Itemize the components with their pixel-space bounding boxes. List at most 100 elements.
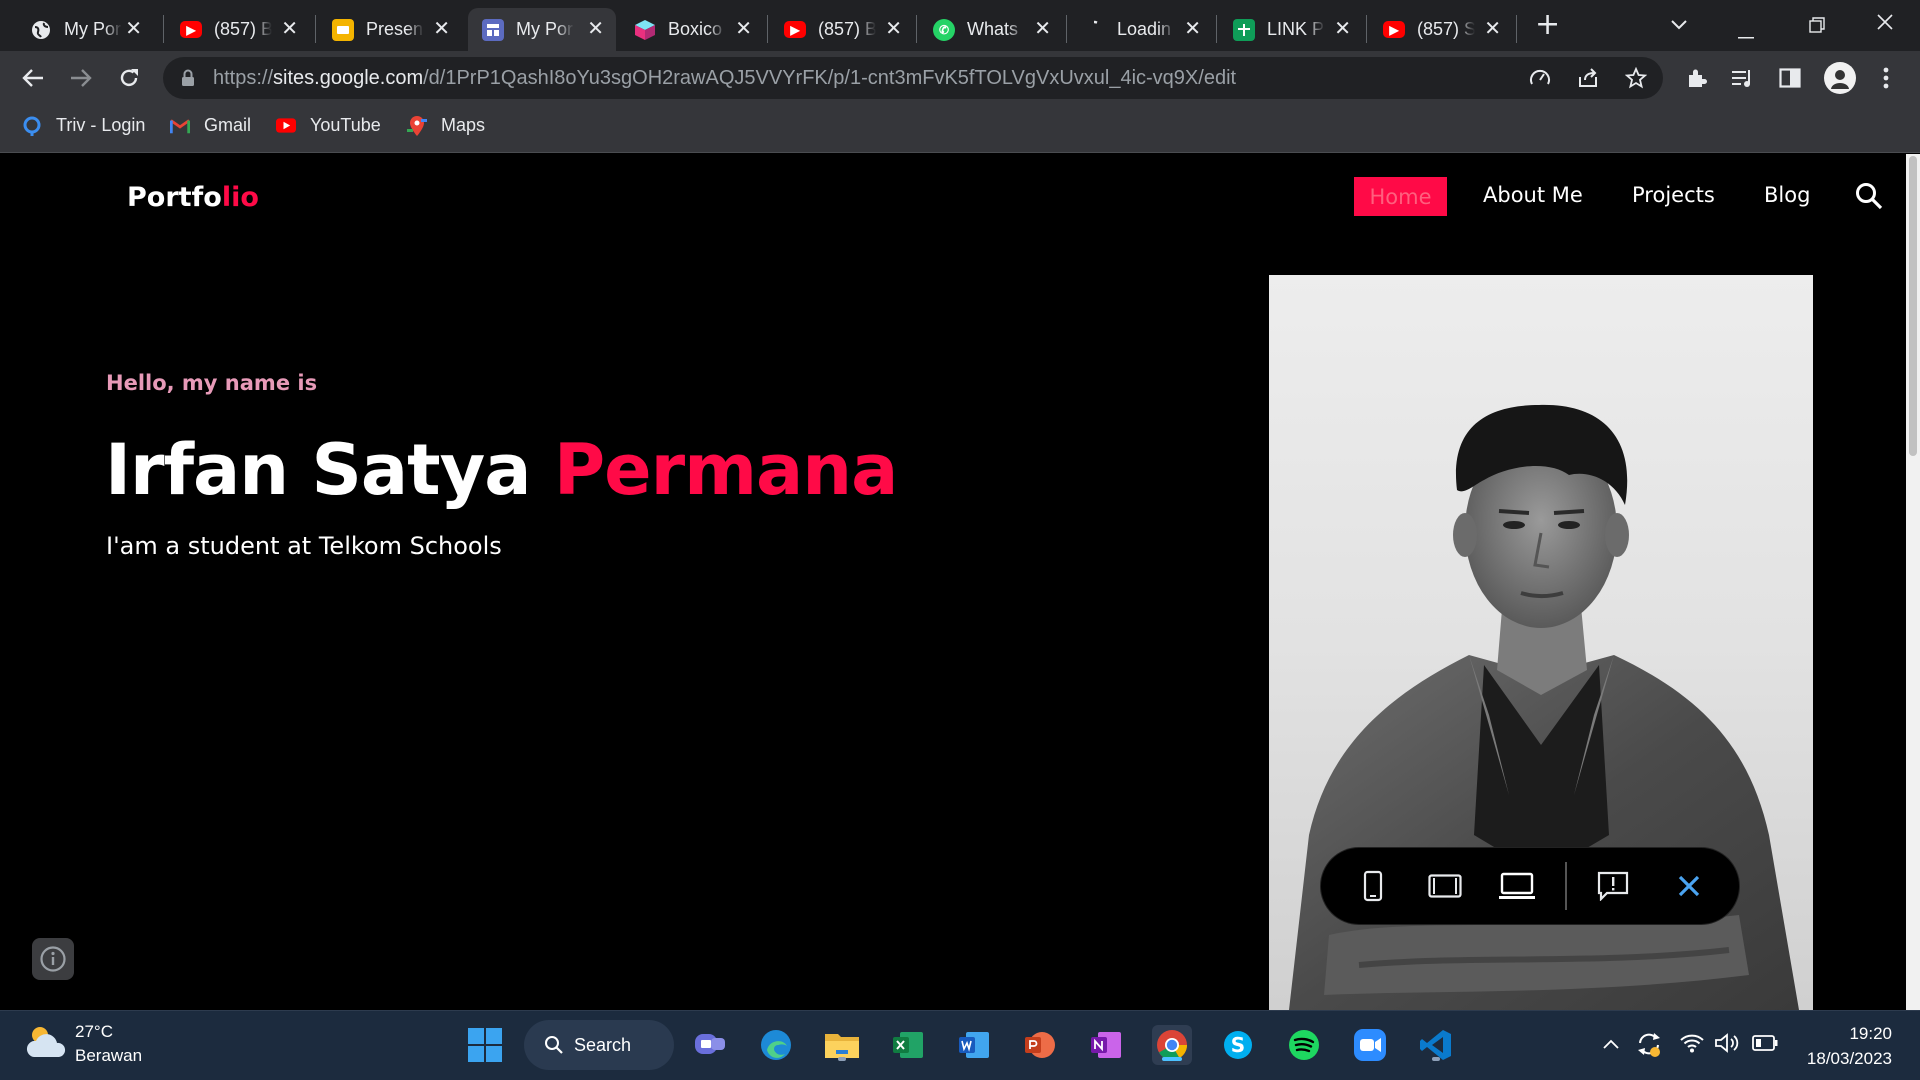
- close-icon[interactable]: ✕: [1034, 18, 1051, 40]
- taskbar-vscode[interactable]: [1416, 1025, 1456, 1065]
- nav-about-me[interactable]: About Me: [1483, 183, 1583, 207]
- taskbar-teams[interactable]: [690, 1025, 730, 1065]
- sync-icon[interactable]: [1636, 1030, 1662, 1062]
- volume-icon[interactable]: [1714, 1032, 1740, 1058]
- taskbar-onenote[interactable]: [1086, 1025, 1126, 1065]
- tab-search-chevron-icon[interactable]: [1670, 12, 1688, 36]
- taskbar-chrome[interactable]: [1152, 1025, 1192, 1065]
- excel-icon: [893, 1032, 923, 1058]
- tab-title: Whats: [967, 19, 1019, 39]
- share-icon[interactable]: [1575, 65, 1601, 91]
- back-button[interactable]: [16, 61, 50, 95]
- forward-button[interactable]: [64, 61, 98, 95]
- bookmark-label: YouTube: [310, 115, 381, 135]
- taskbar-excel[interactable]: [888, 1025, 928, 1065]
- tab-youtube-3[interactable]: ▶ (857) S ✕: [1369, 8, 1513, 51]
- hero-greeting: Hello, my name is: [106, 371, 318, 395]
- browser-toolbar: https://sites.google.com/d/1PrP1QashI8oY…: [0, 51, 1920, 105]
- tablet-preview-icon[interactable]: [1427, 868, 1463, 904]
- chrome-menu-icon[interactable]: [1873, 65, 1899, 91]
- window-close-icon[interactable]: [1876, 12, 1894, 36]
- restore-icon[interactable]: [1809, 14, 1825, 38]
- taskbar-zoom[interactable]: [1350, 1025, 1390, 1065]
- tab-loading[interactable]: Loadin ✕: [1069, 8, 1213, 51]
- skype-icon: S: [1224, 1031, 1252, 1059]
- new-tab-button[interactable]: +: [1535, 10, 1560, 40]
- forward-arrow-icon: [71, 69, 92, 87]
- back-arrow-icon: [22, 69, 43, 87]
- close-icon[interactable]: ✕: [1184, 18, 1201, 40]
- nav-blog[interactable]: Blog: [1764, 183, 1810, 207]
- nav-home[interactable]: Home: [1354, 177, 1447, 216]
- tab-whatsapp[interactable]: ✆ Whats ✕: [919, 8, 1063, 51]
- close-icon[interactable]: ✕: [735, 18, 752, 40]
- taskbar-word[interactable]: [954, 1025, 994, 1065]
- search-icon: [545, 1036, 563, 1054]
- taskbar-file-explorer[interactable]: [822, 1025, 862, 1065]
- phone-preview-icon[interactable]: [1355, 868, 1391, 904]
- youtube-icon: ▶: [180, 21, 202, 38]
- taskbar-search[interactable]: Search: [524, 1020, 674, 1070]
- minimize-icon[interactable]: [1738, 20, 1754, 44]
- close-icon[interactable]: ✕: [433, 18, 450, 40]
- show-hidden-icons-chevron-icon[interactable]: [1602, 1035, 1620, 1054]
- system-clock[interactable]: 19:20 18/03/2023: [1807, 1021, 1892, 1071]
- taskbar-spotify[interactable]: [1284, 1025, 1324, 1065]
- report-issue-icon[interactable]: [1595, 868, 1631, 904]
- tab-my-portfolio-1[interactable]: My Por ✕: [16, 8, 154, 51]
- scrollbar-thumb[interactable]: [1909, 156, 1917, 456]
- search-icon[interactable]: [1855, 182, 1883, 214]
- running-indicator: [1432, 1057, 1440, 1061]
- bookmark-gmail[interactable]: Gmail: [170, 115, 251, 136]
- address-bar[interactable]: https://sites.google.com/d/1PrP1QashI8oY…: [163, 57, 1663, 99]
- weather-description: Berawan: [75, 1046, 143, 1065]
- bookmarks-bar: Triv - Login Gmail YouTube Maps: [0, 105, 1920, 153]
- wifi-icon[interactable]: [1680, 1033, 1704, 1057]
- bookmark-triv[interactable]: Triv - Login: [22, 115, 145, 136]
- maps-icon: [407, 115, 427, 136]
- youtube-icon: ▶: [784, 21, 806, 38]
- info-button[interactable]: [32, 938, 74, 980]
- tab-my-portfolio-active[interactable]: My Por ✕: [468, 8, 616, 51]
- taskbar-search-label: Search: [574, 1034, 632, 1055]
- page-viewport: Portfolio Home About Me Projects Blog He…: [0, 154, 1920, 1010]
- desktop-preview-icon[interactable]: [1499, 868, 1535, 904]
- media-controls-icon[interactable]: [1730, 65, 1756, 91]
- hero-name: Irfan Satya Permana: [105, 429, 898, 511]
- profile-avatar[interactable]: [1824, 62, 1856, 94]
- close-icon[interactable]: ✕: [1484, 18, 1501, 40]
- close-icon[interactable]: ✕: [281, 18, 298, 40]
- battery-icon[interactable]: [1752, 1035, 1778, 1055]
- bookmark-maps[interactable]: Maps: [407, 115, 485, 136]
- taskbar-edge[interactable]: [756, 1025, 796, 1065]
- spotify-icon: [1289, 1030, 1319, 1060]
- tab-boxicons[interactable]: Boxico ✕: [620, 8, 764, 51]
- start-button[interactable]: [465, 1025, 505, 1065]
- side-panel-icon[interactable]: [1777, 65, 1803, 91]
- tab-slides[interactable]: Presen ✕: [318, 8, 462, 51]
- reload-button[interactable]: [112, 61, 146, 95]
- tab-youtube-2[interactable]: ▶ (857) B ✕: [770, 8, 914, 51]
- triv-icon: [22, 116, 42, 136]
- close-icon[interactable]: ✕: [885, 18, 902, 40]
- speedometer-icon[interactable]: [1527, 65, 1553, 91]
- weather-widget[interactable]: [26, 1023, 66, 1065]
- site-logo[interactable]: Portfolio: [127, 182, 259, 213]
- close-icon[interactable]: ✕: [1334, 18, 1351, 40]
- bookmark-star-icon[interactable]: [1623, 65, 1649, 91]
- taskbar-powerpoint[interactable]: [1020, 1025, 1060, 1065]
- extensions-icon[interactable]: [1683, 65, 1709, 91]
- tab-sheets[interactable]: LINK P ✕: [1219, 8, 1363, 51]
- url-text[interactable]: https://sites.google.com/d/1PrP1QashI8oY…: [213, 67, 1236, 90]
- close-icon[interactable]: ✕: [587, 18, 604, 40]
- page-scrollbar[interactable]: [1906, 154, 1920, 1010]
- bookmark-youtube[interactable]: YouTube: [276, 115, 381, 136]
- nav-projects[interactable]: Projects: [1632, 183, 1715, 207]
- tab-title: (857) B: [818, 19, 876, 39]
- onenote-icon: [1091, 1032, 1121, 1058]
- tab-youtube-1[interactable]: ▶ (857) B ✕: [166, 8, 310, 51]
- sheets-icon: [1233, 18, 1255, 41]
- taskbar-skype[interactable]: S: [1218, 1025, 1258, 1065]
- close-icon[interactable]: ✕: [125, 18, 142, 40]
- close-preview-icon[interactable]: [1671, 868, 1707, 904]
